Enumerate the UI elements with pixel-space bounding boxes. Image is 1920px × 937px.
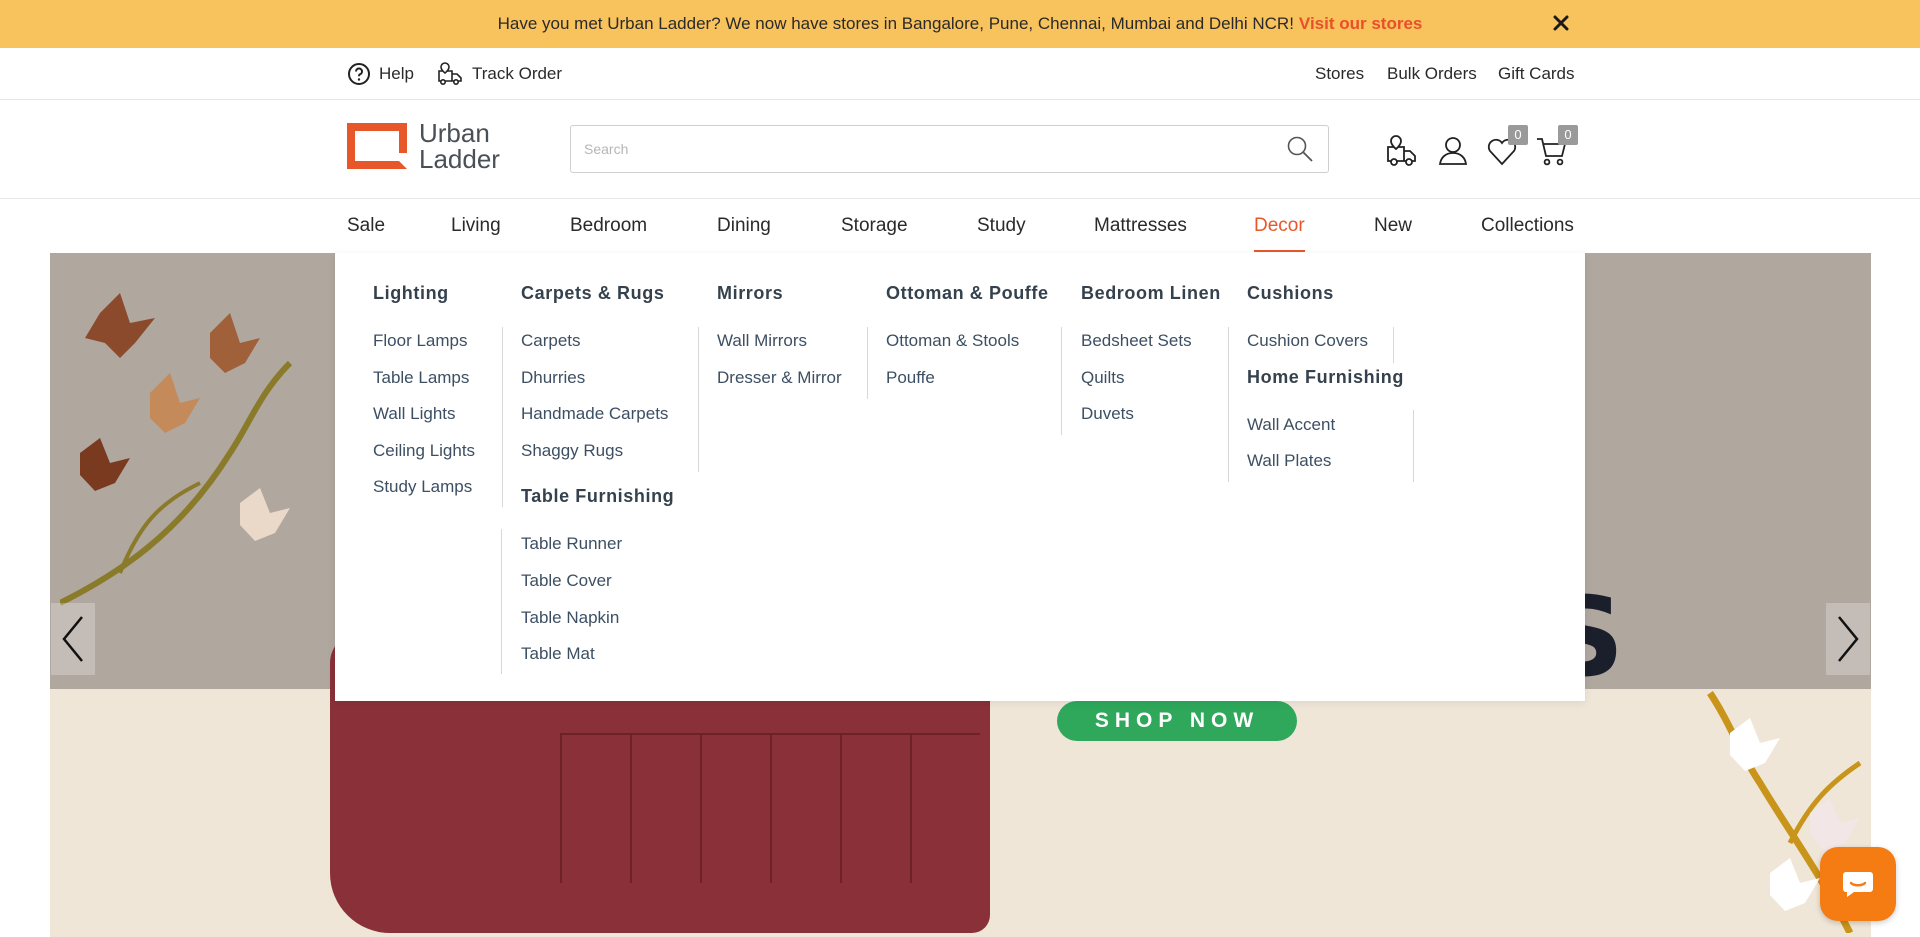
help-label: Help bbox=[379, 64, 414, 83]
menu-link-table-mat[interactable]: Table Mat bbox=[521, 644, 595, 664]
decor-mega-menu: Lighting Floor Lamps Table Lamps Wall Li… bbox=[335, 253, 1585, 701]
track-order-link[interactable]: Track Order bbox=[436, 48, 562, 100]
site-header: Urban Ladder 0 0 bbox=[0, 100, 1920, 199]
menu-link-duvets[interactable]: Duvets bbox=[1081, 404, 1134, 424]
nav-living[interactable]: Living bbox=[451, 199, 501, 253]
menu-divider bbox=[867, 327, 868, 399]
chat-bubble-icon bbox=[1843, 872, 1873, 897]
logo-line-2: Ladder bbox=[419, 144, 500, 174]
nav-study[interactable]: Study bbox=[977, 199, 1026, 253]
menu-divider bbox=[501, 529, 502, 674]
cart-icon[interactable]: 0 bbox=[1534, 125, 1578, 169]
carousel-next-button[interactable] bbox=[1826, 603, 1870, 675]
urban-ladder-logo[interactable]: Urban Ladder bbox=[347, 120, 500, 172]
menu-link-table-runner[interactable]: Table Runner bbox=[521, 534, 622, 554]
menu-heading-ottoman-pouffe[interactable]: Ottoman & Pouffe bbox=[886, 283, 1049, 304]
search-icon[interactable] bbox=[1286, 135, 1314, 168]
help-link[interactable]: Help bbox=[347, 48, 414, 100]
bulk-orders-link[interactable]: Bulk Orders bbox=[1387, 48, 1477, 100]
menu-heading-lighting[interactable]: Lighting bbox=[373, 283, 449, 304]
search-box bbox=[570, 125, 1329, 173]
truck-location-icon bbox=[438, 62, 462, 85]
menu-link-table-napkin[interactable]: Table Napkin bbox=[521, 608, 619, 628]
carousel-prev-button[interactable] bbox=[51, 603, 95, 675]
menu-link-shaggy-rugs[interactable]: Shaggy Rugs bbox=[521, 441, 623, 461]
nav-dining[interactable]: Dining bbox=[717, 199, 771, 253]
menu-link-ottoman-stools[interactable]: Ottoman & Stools bbox=[886, 331, 1019, 351]
stores-link[interactable]: Stores bbox=[1315, 48, 1364, 100]
menu-link-cushion-covers[interactable]: Cushion Covers bbox=[1247, 331, 1368, 351]
menu-divider bbox=[502, 327, 503, 507]
nav-collections[interactable]: Collections bbox=[1481, 199, 1574, 253]
menu-heading-table-furnishing[interactable]: Table Furnishing bbox=[521, 486, 674, 507]
menu-divider bbox=[1061, 327, 1062, 435]
search-input[interactable] bbox=[571, 126, 1271, 172]
chevron-right-icon bbox=[1838, 616, 1859, 662]
menu-heading-home-furnishing[interactable]: Home Furnishing bbox=[1247, 367, 1404, 388]
gift-cards-link[interactable]: Gift Cards bbox=[1498, 48, 1575, 100]
menu-link-table-cover[interactable]: Table Cover bbox=[521, 571, 612, 591]
menu-link-study-lamps[interactable]: Study Lamps bbox=[373, 477, 472, 497]
nav-new[interactable]: New bbox=[1374, 199, 1412, 253]
menu-link-handmade-carpets[interactable]: Handmade Carpets bbox=[521, 404, 668, 424]
menu-divider bbox=[1393, 327, 1394, 363]
utility-bar: Help Track Order Stores Bulk Orders Gift… bbox=[0, 48, 1920, 100]
announcement-text: Have you met Urban Ladder? We now have s… bbox=[497, 14, 1294, 33]
logo-line-1: Urban bbox=[419, 118, 490, 148]
nav-bedroom[interactable]: Bedroom bbox=[570, 199, 647, 253]
close-icon[interactable] bbox=[1548, 10, 1574, 36]
menu-link-carpets[interactable]: Carpets bbox=[521, 331, 581, 351]
menu-divider bbox=[1413, 410, 1414, 482]
page: Have you met Urban Ladder? We now have s… bbox=[0, 0, 1920, 937]
menu-heading-mirrors[interactable]: Mirrors bbox=[717, 283, 783, 304]
announcement-bar: Have you met Urban Ladder? We now have s… bbox=[0, 0, 1920, 48]
menu-heading-bedroom-linen[interactable]: Bedroom Linen bbox=[1081, 283, 1221, 304]
logo-mark-icon bbox=[347, 123, 407, 169]
menu-link-bedsheet-sets[interactable]: Bedsheet Sets bbox=[1081, 331, 1192, 351]
main-nav: Sale Living Bedroom Dining Storage Study… bbox=[0, 199, 1920, 253]
menu-link-pouffe[interactable]: Pouffe bbox=[886, 368, 935, 388]
wishlist-icon[interactable]: 0 bbox=[1484, 125, 1528, 169]
autumn-branch-left-icon bbox=[60, 293, 293, 606]
nav-mattresses[interactable]: Mattresses bbox=[1094, 199, 1187, 253]
wishlist-count-badge: 0 bbox=[1508, 125, 1528, 145]
menu-heading-cushions[interactable]: Cushions bbox=[1247, 283, 1334, 304]
nav-storage[interactable]: Storage bbox=[841, 199, 908, 253]
track-delivery-icon[interactable] bbox=[1384, 133, 1420, 169]
nav-decor[interactable]: Decor bbox=[1254, 199, 1305, 253]
chevron-left-icon bbox=[62, 616, 83, 662]
visit-stores-link[interactable]: Visit our stores bbox=[1299, 14, 1422, 34]
menu-link-dhurries[interactable]: Dhurries bbox=[521, 368, 585, 388]
menu-link-dresser-mirror[interactable]: Dresser & Mirror bbox=[717, 368, 842, 388]
cart-count-badge: 0 bbox=[1558, 125, 1578, 145]
menu-link-table-lamps[interactable]: Table Lamps bbox=[373, 368, 469, 388]
menu-heading-carpets-rugs[interactable]: Carpets & Rugs bbox=[521, 283, 664, 304]
menu-link-wall-accent[interactable]: Wall Accent bbox=[1247, 415, 1335, 435]
nav-sale[interactable]: Sale bbox=[347, 199, 385, 253]
menu-divider bbox=[698, 327, 699, 472]
shop-now-button[interactable]: SHOP NOW bbox=[1057, 701, 1297, 741]
menu-divider bbox=[1228, 410, 1229, 482]
help-icon bbox=[348, 63, 370, 85]
menu-link-wall-mirrors[interactable]: Wall Mirrors bbox=[717, 331, 807, 351]
logo-text: Urban Ladder bbox=[419, 120, 500, 172]
menu-link-wall-lights[interactable]: Wall Lights bbox=[373, 404, 456, 424]
track-order-label: Track Order bbox=[472, 64, 563, 83]
menu-link-quilts[interactable]: Quilts bbox=[1081, 368, 1124, 388]
user-profile-icon[interactable] bbox=[1435, 133, 1471, 169]
chat-button[interactable] bbox=[1820, 847, 1896, 921]
menu-link-floor-lamps[interactable]: Floor Lamps bbox=[373, 331, 467, 351]
menu-link-ceiling-lights[interactable]: Ceiling Lights bbox=[373, 441, 475, 461]
menu-link-wall-plates[interactable]: Wall Plates bbox=[1247, 451, 1331, 471]
